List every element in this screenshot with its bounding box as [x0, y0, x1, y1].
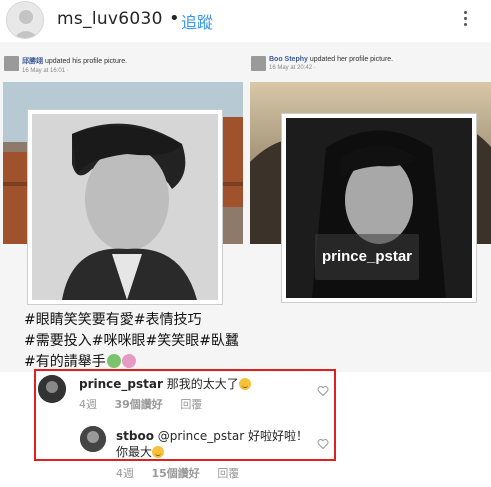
raising-hand-woman-icon [121, 354, 136, 368]
follow-button[interactable]: 追蹤 [181, 9, 213, 33]
caption-line-1: #眼睛笑笑要有愛#表情技巧 [24, 312, 202, 328]
fb-date-left: 16 May at 16:01 · [22, 68, 69, 74]
watermark: prince_pstar [315, 234, 419, 280]
fb-date-right: 16 May at 20:42 · [269, 65, 316, 71]
separator-dot: • [169, 8, 180, 29]
reply-reply-button[interactable]: 回覆 [217, 467, 239, 480]
fb-avatar-left [4, 56, 19, 71]
more-options-icon[interactable] [460, 8, 470, 32]
reply-likes[interactable]: 15個讚好 [152, 467, 200, 480]
post-header: ms_luv6030 • 追蹤 [0, 0, 491, 42]
post-image: 邱勝翊 updated his profile picture. 16 May … [0, 42, 491, 372]
profile-photo-left [28, 110, 222, 304]
caption-line-3: #有的請舉手 [24, 354, 106, 370]
fb-header-left: 邱勝翊 updated his profile picture. 16 May … [22, 56, 127, 74]
reply-time: 4週 [116, 467, 134, 480]
fb-avatar-right [251, 56, 266, 71]
caption-line-2: #需要投入#咪咪眼#笑笑眼#臥蠶 [24, 333, 239, 349]
user-avatar[interactable] [6, 1, 44, 39]
fb-action-right: updated her profile picture. [309, 56, 394, 63]
reply-meta: 4週 15個讚好 回覆 [116, 465, 253, 481]
post-caption: #眼睛笑笑要有愛#表情技巧 #需要投入#咪咪眼#笑笑眼#臥蠶 #有的請舉手 [24, 310, 239, 372]
username[interactable]: ms_luv6030 [57, 9, 163, 29]
fb-header-right: Boo Stephy updated her profile picture. … [269, 56, 393, 71]
fb-name-left: 邱勝翊 [22, 58, 43, 65]
fb-action-left: updated his profile picture. [44, 58, 128, 65]
fb-name-right: Boo Stephy [269, 56, 308, 63]
highlight-box [34, 369, 336, 461]
raising-hand-man-icon [106, 354, 121, 368]
